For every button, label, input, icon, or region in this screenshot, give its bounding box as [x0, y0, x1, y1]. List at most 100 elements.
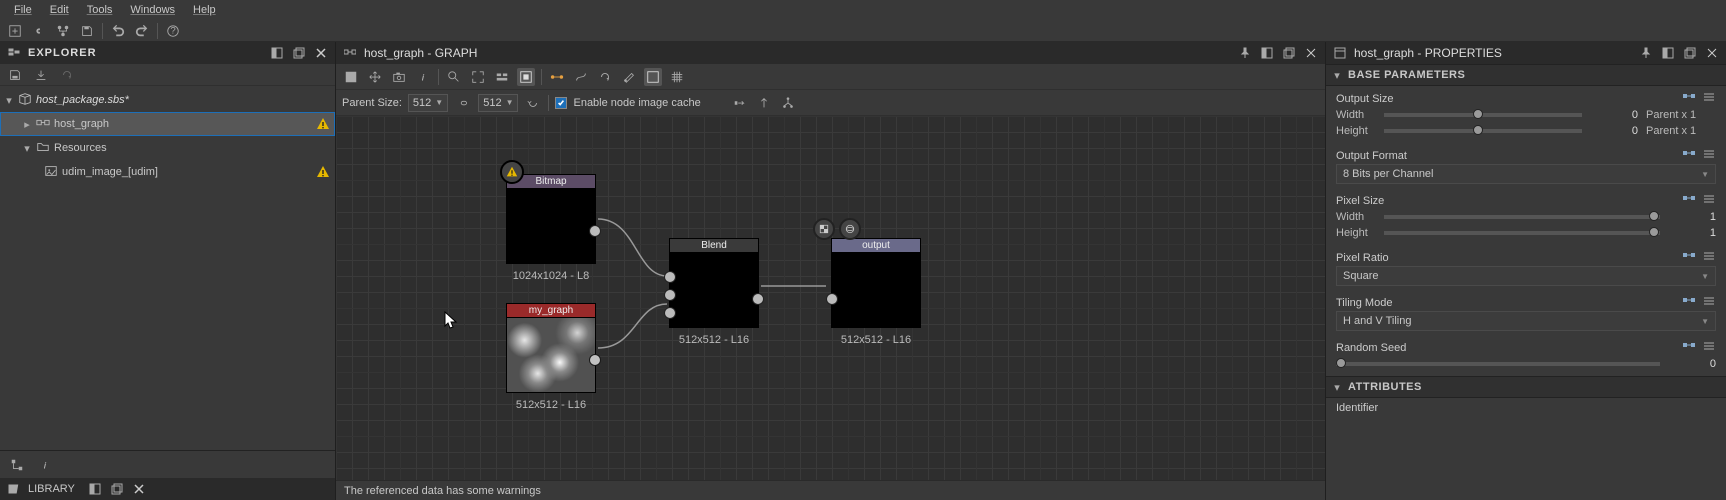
- close-icon[interactable]: [1704, 45, 1720, 61]
- close-icon[interactable]: [1303, 45, 1319, 61]
- menu-help[interactable]: Help: [185, 0, 224, 20]
- reset-size-icon[interactable]: [524, 94, 542, 112]
- node-bitmap[interactable]: Bitmap 1024x1024 - L8: [506, 174, 596, 282]
- save-file-icon[interactable]: [6, 66, 24, 84]
- save-icon[interactable]: [78, 22, 96, 40]
- output-width-slider[interactable]: [1384, 113, 1582, 117]
- close-icon[interactable]: [313, 45, 329, 61]
- package-row[interactable]: ▾ host_package.sbs*: [0, 88, 335, 112]
- pixel-width-slider[interactable]: [1384, 215, 1660, 219]
- redo-icon[interactable]: [133, 22, 151, 40]
- move-icon[interactable]: [366, 68, 384, 86]
- menu-windows[interactable]: Windows: [122, 0, 183, 20]
- pixel-height-slider[interactable]: [1384, 231, 1660, 235]
- image-cache-checkbox[interactable]: Enable node image cache: [555, 97, 700, 109]
- align-icon[interactable]: [493, 68, 511, 86]
- export-icon[interactable]: [32, 66, 50, 84]
- input-port[interactable]: [664, 289, 676, 301]
- menu-tools[interactable]: Tools: [79, 0, 121, 20]
- pin-icon[interactable]: [1638, 45, 1654, 61]
- fit-icon[interactable]: [469, 68, 487, 86]
- undo-icon[interactable]: [109, 22, 127, 40]
- output-height-slider[interactable]: [1384, 129, 1582, 133]
- chevron-right-icon[interactable]: ▸: [22, 118, 32, 131]
- resource-row[interactable]: udim_image_[udim]: [0, 160, 335, 184]
- info-toggle-icon[interactable]: i: [414, 68, 432, 86]
- param-menu-icon[interactable]: [1702, 249, 1716, 266]
- expose-param-icon[interactable]: [1682, 339, 1696, 356]
- param-menu-icon[interactable]: [1702, 192, 1716, 209]
- popout-icon[interactable]: [291, 45, 307, 61]
- new-material-icon[interactable]: [6, 22, 24, 40]
- size-dropdown[interactable]: 512▼: [478, 94, 518, 112]
- random-seed-value[interactable]: 0: [1668, 358, 1716, 370]
- close-icon[interactable]: [131, 481, 147, 497]
- dock-icon[interactable]: [87, 481, 103, 497]
- refresh-graph-icon[interactable]: [596, 68, 614, 86]
- output-height-value[interactable]: 0: [1590, 125, 1638, 137]
- dock-icon[interactable]: [269, 45, 285, 61]
- flow-out-icon[interactable]: [755, 94, 773, 112]
- highlight-icon[interactable]: [517, 68, 535, 86]
- output-format-select[interactable]: 8 Bits per Channel▼: [1336, 164, 1716, 184]
- pixel-width-value[interactable]: 1: [1668, 211, 1716, 223]
- param-menu-icon[interactable]: [1702, 339, 1716, 356]
- node-mygraph[interactable]: my_graph 512x512 - L16: [506, 303, 596, 411]
- chevron-down-icon[interactable]: ▾: [22, 142, 32, 155]
- info-icon[interactable]: i: [36, 456, 54, 474]
- popout-icon[interactable]: [1682, 45, 1698, 61]
- output-port[interactable]: [752, 293, 764, 305]
- attributes-section[interactable]: ▾ ATTRIBUTES: [1326, 376, 1726, 398]
- param-menu-icon[interactable]: [1702, 90, 1716, 107]
- zoom-icon[interactable]: [445, 68, 463, 86]
- expose-param-icon[interactable]: [1682, 249, 1696, 266]
- pixel-ratio-select[interactable]: Square▼: [1336, 266, 1716, 286]
- reroute-icon[interactable]: [572, 68, 590, 86]
- link-icon[interactable]: [30, 22, 48, 40]
- input-port[interactable]: [826, 293, 838, 305]
- input-port[interactable]: [664, 271, 676, 283]
- expose-param-icon[interactable]: [1682, 294, 1696, 311]
- graph-row[interactable]: ▸ host_graph: [0, 112, 335, 136]
- refresh-icon[interactable]: [58, 66, 76, 84]
- output-port[interactable]: [589, 225, 601, 237]
- connector-icon[interactable]: [548, 68, 566, 86]
- graph-canvas[interactable]: Bitmap 1024x1024 - L8 my_graph 512x512 -…: [336, 116, 1325, 480]
- random-seed-slider[interactable]: [1336, 362, 1660, 366]
- flow-in-icon[interactable]: [731, 94, 749, 112]
- dock-icon[interactable]: [1660, 45, 1676, 61]
- dock-icon[interactable]: [1259, 45, 1275, 61]
- grid-toggle-icon[interactable]: [644, 68, 662, 86]
- output-port[interactable]: [589, 354, 601, 366]
- parent-size-dropdown[interactable]: 512▼: [408, 94, 448, 112]
- tiling-mode-select[interactable]: H and V Tiling▼: [1336, 311, 1716, 331]
- param-menu-icon[interactable]: [1702, 147, 1716, 164]
- node-blend[interactable]: Blend 512x512 - L16: [669, 238, 759, 346]
- output-width-value[interactable]: 0: [1590, 109, 1638, 121]
- menu-file[interactable]: File: [6, 0, 40, 20]
- camera-icon[interactable]: [390, 68, 408, 86]
- hierarchy-icon[interactable]: [8, 456, 26, 474]
- node-output[interactable]: output 512x512 - L16: [831, 238, 921, 346]
- input-port[interactable]: [664, 307, 676, 319]
- menu-edit[interactable]: Edit: [42, 0, 77, 20]
- link-size-icon[interactable]: [454, 94, 472, 112]
- snap-icon[interactable]: [668, 68, 686, 86]
- base-parameters-section[interactable]: ▾ BASE PARAMETERS: [1326, 64, 1726, 86]
- resources-row[interactable]: ▾ Resources: [0, 136, 335, 160]
- settings-icon[interactable]: [620, 68, 638, 86]
- node-tree-icon[interactable]: [54, 22, 72, 40]
- param-menu-icon[interactable]: [1702, 294, 1716, 311]
- pixel-height-value[interactable]: 1: [1668, 227, 1716, 239]
- expose-param-icon[interactable]: [1682, 147, 1696, 164]
- popout-icon[interactable]: [1281, 45, 1297, 61]
- expose-param-icon[interactable]: [1682, 192, 1696, 209]
- pin-icon[interactable]: [1237, 45, 1253, 61]
- expose-param-icon[interactable]: [1682, 90, 1696, 107]
- hierarchy-view-icon[interactable]: [779, 94, 797, 112]
- prop-label: Pixel Size: [1336, 195, 1682, 207]
- select-all-icon[interactable]: [342, 68, 360, 86]
- popout-icon[interactable]: [109, 481, 125, 497]
- chevron-down-icon[interactable]: ▾: [4, 94, 14, 107]
- help-icon[interactable]: ?: [164, 22, 182, 40]
